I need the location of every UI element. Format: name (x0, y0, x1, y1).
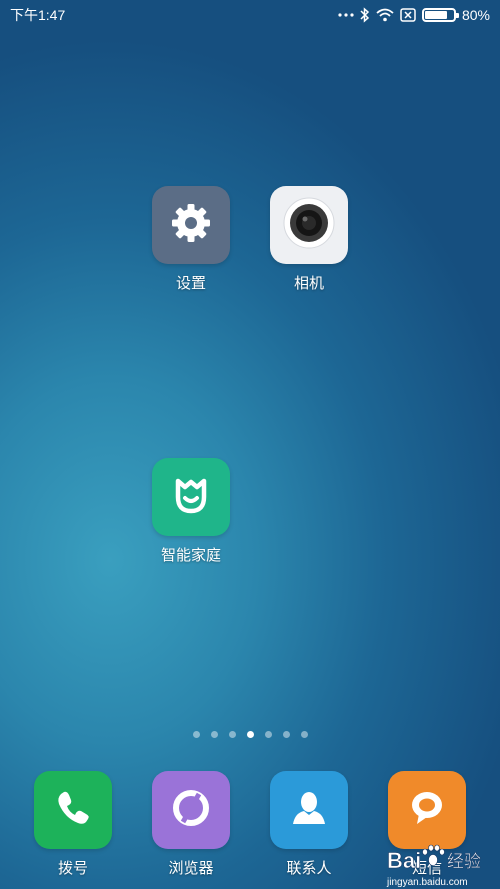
page-dot (192, 731, 200, 738)
mi-home-icon (169, 473, 213, 522)
app-camera-tile[interactable] (270, 186, 348, 264)
page-indicator (0, 731, 500, 738)
dock-phone-tile[interactable] (34, 771, 112, 849)
dock-phone[interactable]: 拨号 (18, 771, 128, 878)
dock-contacts-tile[interactable] (270, 771, 348, 849)
more-dots-icon (338, 12, 354, 18)
page-dot (264, 731, 272, 738)
app-label: 设置 (175, 274, 206, 292)
app-camera[interactable]: 相机 (254, 186, 364, 293)
app-label: 相机 (293, 274, 324, 292)
page-dot (228, 731, 236, 738)
battery-level (424, 11, 448, 19)
status-time: 下午1:47 (10, 7, 66, 23)
page-dot (246, 731, 254, 738)
contact-icon (287, 786, 331, 835)
watermark-text: Bai (387, 848, 421, 873)
app-label: 拨号 (57, 859, 88, 877)
page-dot (282, 731, 290, 738)
browser-icon (169, 786, 213, 835)
app-settings[interactable]: 设置 (136, 186, 246, 293)
app-settings-tile[interactable] (152, 186, 230, 264)
app-label: 智能家庭 (160, 546, 221, 564)
paw-icon (422, 844, 445, 866)
app-mi-home-tile[interactable] (152, 458, 230, 536)
baidu-jingyan-watermark: Bai 经验 jingyan.baidu.com (385, 838, 500, 889)
bluetooth-icon (360, 7, 370, 23)
battery-icon (421, 8, 459, 22)
watermark-sub: 经验 (447, 852, 481, 872)
phone-icon (53, 788, 93, 833)
app-mi-home[interactable]: 智能家庭 (136, 458, 246, 565)
dock-browser[interactable]: 浏览器 (136, 771, 246, 878)
message-icon (405, 786, 449, 835)
status-icons: 80% (338, 7, 490, 23)
app-label: 浏览器 (168, 859, 214, 877)
camera-lens-icon (282, 196, 336, 255)
page-dot (210, 731, 218, 738)
app-label: 联系人 (286, 859, 332, 877)
page-dot (300, 731, 308, 738)
no-sim-icon (400, 8, 416, 22)
gear-icon (169, 201, 213, 250)
status-bar: 下午1:47 80% (0, 0, 500, 30)
wifi-icon (376, 8, 394, 22)
dock-contacts[interactable]: 联系人 (254, 771, 364, 878)
battery-percent: 80% (461, 7, 490, 23)
watermark-url: jingyan.baidu.com (386, 877, 468, 888)
dock-browser-tile[interactable] (152, 771, 230, 849)
